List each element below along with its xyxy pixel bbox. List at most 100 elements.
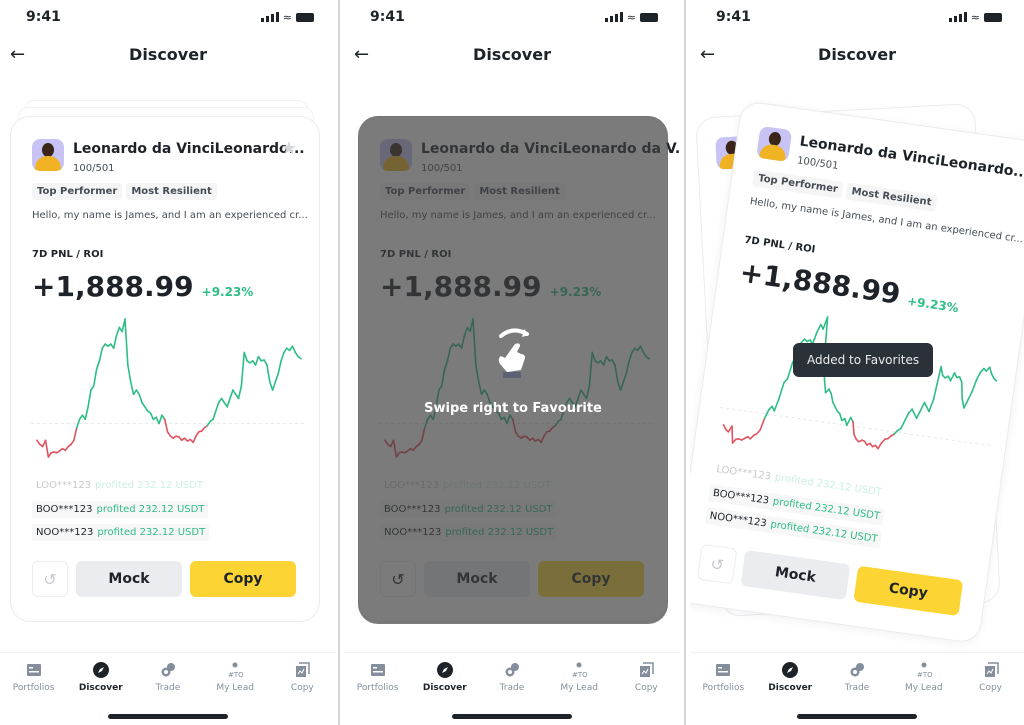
copy-button[interactable]: Copy — [853, 565, 964, 617]
avatar — [32, 139, 64, 171]
tab-label: Portfolios — [356, 683, 399, 693]
undo-icon[interactable]: ↺ — [32, 561, 68, 597]
undo-icon[interactable]: ↺ — [696, 543, 738, 585]
chart-line-segment — [266, 364, 271, 383]
chart-line-segment — [903, 412, 910, 422]
chart-line-segment — [73, 426, 78, 442]
chart-line-segment — [87, 389, 92, 408]
chart-line-segment — [84, 406, 89, 421]
divider — [338, 0, 340, 725]
tab-label: Discover — [78, 683, 123, 693]
divider — [684, 0, 686, 725]
tab-portfolios[interactable]: Portfolios — [348, 661, 408, 725]
chart-line-segment — [158, 414, 163, 425]
chart-line-segment — [277, 360, 282, 375]
mock-button[interactable]: Mock — [740, 549, 851, 601]
chart-line-segment — [816, 323, 822, 334]
tab-label: Discover — [768, 683, 813, 693]
chart-line-segment — [271, 380, 277, 391]
signal-icon — [260, 12, 279, 22]
chart-line-segment — [149, 412, 155, 421]
chart-line-segment — [773, 398, 780, 412]
swipe-hand-icon — [498, 328, 529, 378]
chart-line-segment — [830, 392, 834, 404]
tab-portfolios[interactable]: Portfolios — [4, 661, 64, 725]
tab-portfolios[interactable]: Portfolios — [693, 661, 753, 725]
swipe-hint: Swipe right to Favourite — [358, 326, 668, 416]
tag: Most Resilient — [845, 182, 938, 212]
swipe-hint-text: Swipe right to Favourite — [424, 401, 602, 416]
arrow-left-icon[interactable]: ← — [700, 44, 715, 65]
pnl-chart — [719, 316, 998, 450]
swipe-hint-overlay[interactable]: Swipe right to Favourite — [358, 116, 668, 624]
page-title: Discover — [129, 44, 207, 64]
tab-copy[interactable]: Copy — [272, 661, 332, 725]
chart-line-segment — [852, 421, 855, 436]
chart-line-segment — [280, 351, 285, 362]
status-icons: ≈ — [260, 11, 314, 24]
page-title: Discover — [818, 44, 896, 64]
tag-list: Top Performer Most Resilient — [32, 183, 217, 200]
tab-label: Trade — [155, 683, 181, 693]
nav-header: ← Discover — [344, 40, 680, 68]
nav-header: ← Discover — [690, 40, 1024, 68]
arrow-left-icon[interactable]: ← — [354, 44, 369, 65]
home-indicator — [797, 714, 917, 719]
home-indicator — [452, 714, 572, 719]
card-actions: ↺ Mock Copy — [32, 561, 296, 597]
phone-screen-swipe-hint: 9:41 ≈ ← Discover Leonardo da VinciLeona… — [344, 0, 680, 725]
chart-line-segment — [846, 416, 852, 427]
chart-line-segment — [263, 359, 268, 366]
copy-button[interactable]: Copy — [190, 561, 296, 597]
chart-line-segment — [268, 380, 274, 391]
chart-line-segment — [127, 364, 132, 383]
chart-line-segment — [92, 368, 98, 387]
arrow-left-icon[interactable]: ← — [10, 44, 25, 65]
trader-rank: 100/501 — [73, 163, 115, 174]
chart-line-segment — [112, 334, 118, 350]
chart-line-segment — [163, 418, 169, 433]
chart-line-segment — [115, 326, 121, 337]
tag: Top Performer — [752, 169, 844, 199]
chart-line-segment — [98, 347, 104, 362]
chart-line-segment — [958, 376, 963, 384]
chart-line-segment — [129, 380, 135, 396]
chart-line-segment — [297, 355, 302, 360]
feed-user: BOO***123 — [712, 487, 770, 507]
trader-bio: Hello, my name is James, and I am an exp… — [32, 210, 308, 221]
trader-card[interactable]: Leonardo da VinciLeonardo... 100/501 ★ T… — [10, 116, 320, 622]
feed-msg: profited 232.12 USDT — [96, 504, 205, 515]
toast-added-to-favorites: Added to Favorites — [793, 343, 934, 377]
tab-label: My Lead — [216, 683, 254, 693]
star-icon[interactable]: ★ — [281, 138, 297, 159]
feed-msg: profited 232.12 USDT — [769, 519, 879, 546]
chart-line-segment — [44, 439, 50, 458]
chart-line-segment — [915, 409, 922, 420]
tab-copy[interactable]: Copy — [616, 661, 676, 725]
pnl-chart — [31, 318, 307, 458]
tab-label: Copy — [290, 683, 314, 693]
chart-line-segment — [192, 435, 197, 444]
chart-line-segment — [138, 393, 143, 404]
chart-line-segment — [291, 345, 297, 354]
chart-line-segment — [229, 389, 234, 400]
status-time: 9:41 — [716, 9, 751, 25]
chart-line-segment — [95, 360, 101, 370]
tab-label: My Lead — [560, 683, 598, 693]
tab-copy[interactable]: Copy — [961, 661, 1021, 725]
feed-item: NOO***123profited 232.12 USDT — [32, 524, 210, 541]
chart-line-segment — [960, 381, 964, 401]
status-bar: 9:41 ≈ — [26, 7, 314, 27]
roi-value: +9.23% — [201, 285, 254, 299]
chart-line-segment — [759, 417, 766, 431]
status-icons: ≈ — [604, 11, 658, 24]
tag: Top Performer — [32, 183, 123, 200]
battery-icon — [296, 12, 314, 22]
tab-label: Copy — [634, 683, 658, 693]
chart-line-segment — [928, 398, 935, 413]
svg-text:#TO: #TO — [228, 671, 244, 679]
chart-line-segment — [993, 377, 998, 382]
mock-button[interactable]: Mock — [76, 561, 182, 597]
chart-line-segment — [919, 401, 926, 412]
tab-label: Discover — [422, 683, 467, 693]
